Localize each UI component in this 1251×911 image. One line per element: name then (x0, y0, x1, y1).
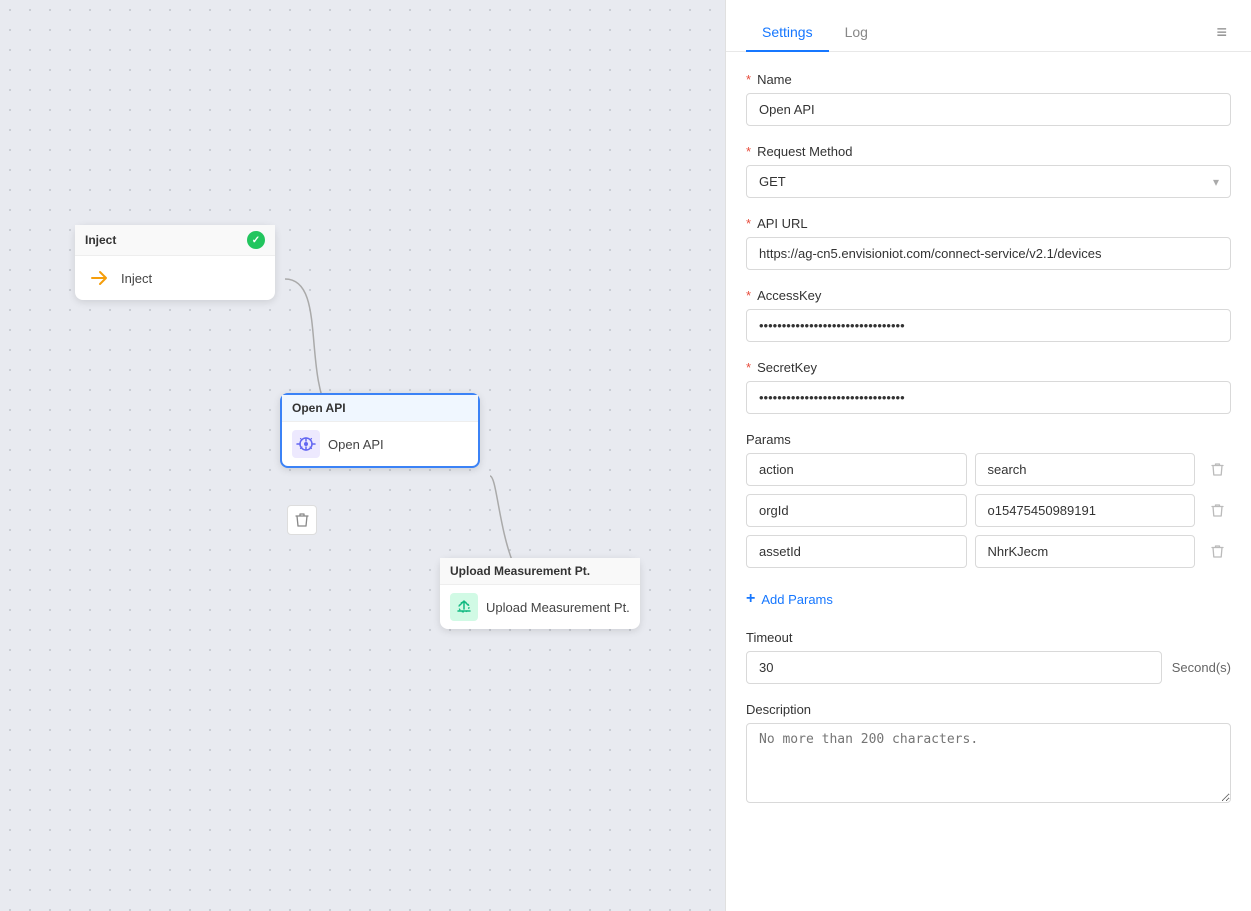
timeout-unit-label: Second(s) (1172, 660, 1231, 675)
secret-key-field-group: * SecretKey (746, 360, 1231, 414)
param-row-2 (746, 494, 1231, 527)
api-url-label: * API URL (746, 216, 1231, 231)
upload-node[interactable]: Upload Measurement Pt. Upload Measuremen… (440, 558, 640, 629)
inject-check-icon: ✓ (247, 231, 265, 249)
upload-icon (450, 593, 478, 621)
settings-panel: Settings Log ≡ * Name * Request Method G… (725, 0, 1251, 911)
upload-node-label: Upload Measurement Pt. (486, 600, 630, 615)
delete-param-3-button[interactable] (1203, 538, 1231, 566)
add-params-button[interactable]: + Add Params (746, 586, 833, 612)
api-url-input[interactable] (746, 237, 1231, 270)
params-label: Params (746, 432, 1231, 447)
secret-key-input[interactable] (746, 381, 1231, 414)
openapi-node-body: Open API (282, 422, 478, 466)
openapi-node-header: Open API (282, 395, 478, 422)
name-field-group: * Name (746, 72, 1231, 126)
request-method-select[interactable]: GET POST PUT DELETE (746, 165, 1231, 198)
param-value-2[interactable] (975, 494, 1196, 527)
name-label: * Name (746, 72, 1231, 87)
api-url-field-group: * API URL (746, 216, 1231, 270)
panel-tabs: Settings Log (746, 14, 884, 51)
request-method-select-wrapper: GET POST PUT DELETE ▾ (746, 165, 1231, 198)
inject-node-title: Inject (85, 233, 116, 247)
tab-log[interactable]: Log (829, 14, 884, 52)
secret-key-label: * SecretKey (746, 360, 1231, 375)
param-key-2[interactable] (746, 494, 967, 527)
param-key-1[interactable] (746, 453, 967, 486)
panel-content: * Name * Request Method GET POST PUT DEL… (726, 52, 1251, 911)
flow-canvas[interactable]: Inject ✓ Inject Open API (0, 0, 725, 911)
delete-param-2-button[interactable] (1203, 497, 1231, 525)
openapi-icon (292, 430, 320, 458)
description-textarea[interactable] (746, 723, 1231, 803)
access-key-field-group: * AccessKey (746, 288, 1231, 342)
openapi-node[interactable]: Open API Open API (280, 393, 480, 468)
timeout-row: Second(s) (746, 651, 1231, 684)
name-input[interactable] (746, 93, 1231, 126)
timeout-input[interactable] (746, 651, 1162, 684)
access-key-input[interactable] (746, 309, 1231, 342)
panel-header: Settings Log ≡ (726, 0, 1251, 52)
params-section: Params (746, 432, 1231, 568)
panel-menu-icon[interactable]: ≡ (1212, 18, 1231, 47)
upload-node-header: Upload Measurement Pt. (440, 558, 640, 585)
inject-arrow-icon (85, 264, 113, 292)
plus-icon: + (746, 590, 755, 608)
delete-openapi-button[interactable] (287, 505, 317, 535)
timeout-label: Timeout (746, 630, 1231, 645)
param-row-1 (746, 453, 1231, 486)
openapi-node-label: Open API (328, 437, 384, 452)
timeout-field-group: Timeout Second(s) (746, 630, 1231, 684)
param-key-3[interactable] (746, 535, 967, 568)
description-label: Description (746, 702, 1231, 717)
param-row-3 (746, 535, 1231, 568)
inject-node[interactable]: Inject ✓ Inject (75, 225, 275, 300)
upload-node-title: Upload Measurement Pt. (450, 564, 590, 578)
inject-node-body: Inject (75, 256, 275, 300)
tab-settings[interactable]: Settings (746, 14, 829, 52)
param-value-1[interactable] (975, 453, 1196, 486)
delete-param-1-button[interactable] (1203, 456, 1231, 484)
access-key-label: * AccessKey (746, 288, 1231, 303)
upload-node-body: Upload Measurement Pt. (440, 585, 640, 629)
param-value-3[interactable] (975, 535, 1196, 568)
inject-node-label: Inject (121, 271, 152, 286)
openapi-node-title: Open API (292, 401, 346, 415)
inject-node-header: Inject ✓ (75, 225, 275, 256)
request-method-field-group: * Request Method GET POST PUT DELETE ▾ (746, 144, 1231, 198)
description-field-group: Description (746, 702, 1231, 808)
request-method-label: * Request Method (746, 144, 1231, 159)
